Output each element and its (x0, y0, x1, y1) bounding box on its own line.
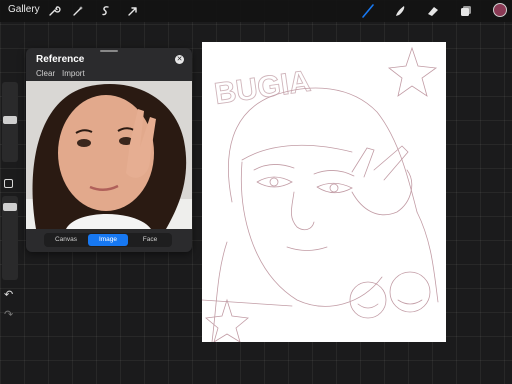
reference-panel: Reference ✕ Clear Import Canvas Image Fa… (26, 48, 192, 252)
reference-mode-segmented-control: Canvas Image Face (44, 233, 172, 247)
brush-size-handle[interactable] (3, 116, 17, 124)
color-picker-swatch[interactable] (493, 3, 507, 17)
svg-text:BUGIA: BUGIA (212, 65, 312, 111)
import-button[interactable]: Import (62, 69, 85, 78)
undo-icon[interactable]: ↶ (4, 288, 13, 301)
drawing-canvas[interactable]: BUGIA (201, 42, 446, 343)
wrench-icon[interactable] (46, 3, 62, 19)
modify-button[interactable] (4, 179, 13, 188)
reference-title: Reference (36, 54, 85, 65)
gallery-button[interactable]: Gallery (8, 4, 40, 15)
tab-image[interactable]: Image (88, 234, 128, 246)
redo-icon[interactable]: ↷ (4, 308, 13, 321)
smudge-icon[interactable] (392, 3, 408, 19)
eraser-icon[interactable] (425, 3, 441, 19)
clear-button[interactable]: Clear (36, 69, 55, 78)
left-sidebar: ↶ ↷ (0, 82, 20, 322)
top-toolbar: Gallery (0, 0, 512, 22)
tab-canvas[interactable]: Canvas (46, 234, 86, 246)
layers-icon[interactable] (458, 3, 474, 19)
tab-face[interactable]: Face (130, 234, 170, 246)
panel-drag-handle[interactable] (100, 50, 118, 52)
opacity-handle[interactable] (3, 203, 17, 211)
close-icon[interactable]: ✕ (175, 55, 184, 64)
brush-size-slider[interactable] (2, 82, 18, 162)
selection-icon[interactable] (98, 3, 114, 19)
transform-arrow-icon[interactable] (125, 3, 141, 19)
brush-icon[interactable] (360, 3, 376, 19)
sketch-drawing: BUGIA (201, 46, 439, 343)
opacity-slider[interactable] (2, 196, 18, 280)
reference-photo (26, 81, 192, 229)
magic-wand-icon[interactable] (70, 3, 86, 19)
